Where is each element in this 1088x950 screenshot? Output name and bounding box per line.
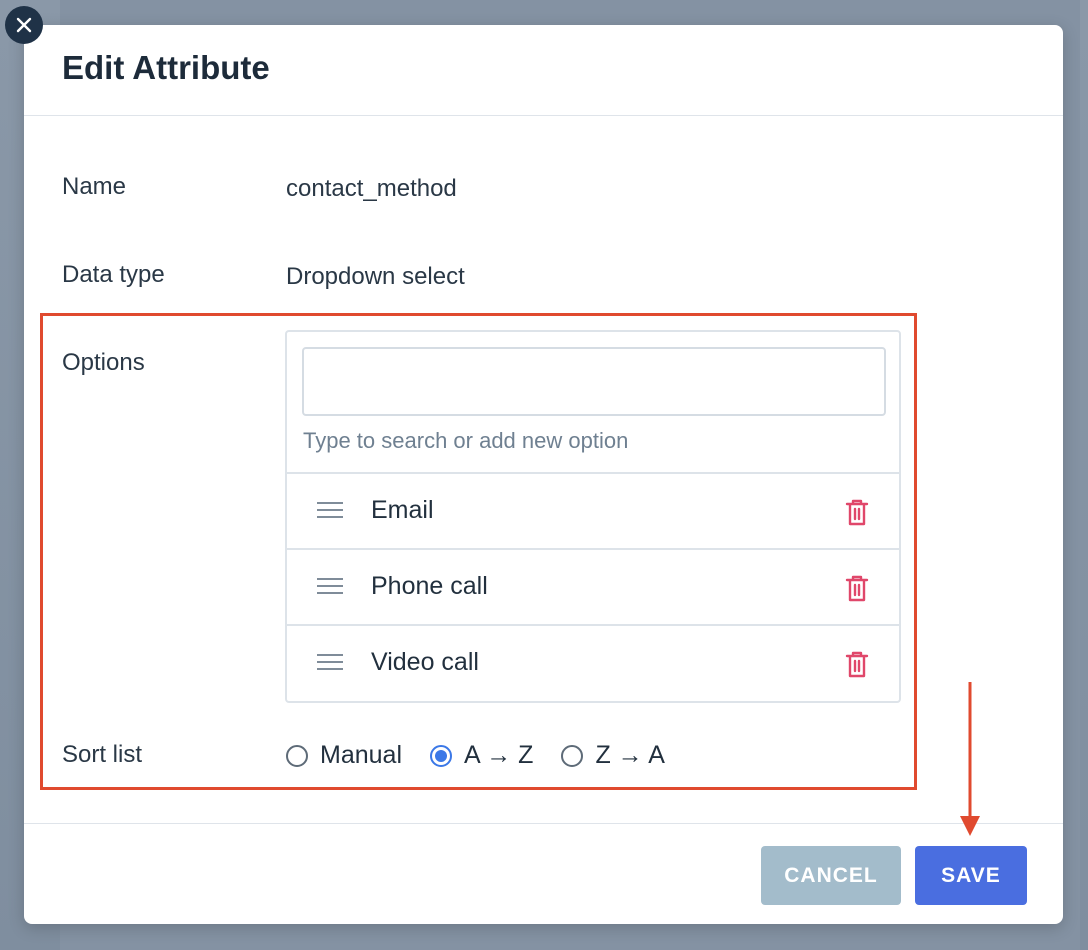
name-label: Name [62, 173, 127, 200]
option-row: Email [287, 472, 899, 548]
option-label: Phone call [371, 572, 488, 600]
close-icon [16, 17, 32, 33]
footer-divider [24, 823, 1063, 824]
radio-label: Manual [320, 741, 402, 769]
option-row: Video call [287, 624, 899, 700]
sort-label: Sort list [62, 741, 143, 768]
save-button[interactable]: SAVE [915, 846, 1027, 905]
sort-radio-group: Manual A → Z Z → A [286, 741, 693, 770]
sort-radio-a-to-z[interactable]: A → Z [430, 741, 533, 770]
radio-label: A → Z [464, 741, 534, 769]
trash-icon[interactable] [845, 499, 869, 527]
radio-unchecked-icon [286, 744, 308, 767]
datatype-label: Data type [62, 261, 165, 288]
option-row: Phone call [287, 548, 899, 624]
arrow-down-icon [960, 682, 980, 836]
option-search-input[interactable] [302, 347, 886, 416]
radio-checked-icon [430, 744, 452, 767]
name-value: contact_method [286, 175, 457, 202]
modal-header: Edit Attribute [24, 25, 1063, 116]
options-editor: Type to search or add new option Email P… [285, 330, 901, 703]
cancel-button[interactable]: CANCEL [761, 846, 901, 905]
option-label: Video call [371, 648, 479, 676]
options-label: Options [62, 349, 145, 376]
drag-handle-icon[interactable] [317, 502, 343, 520]
drag-handle-icon[interactable] [317, 654, 343, 672]
option-search-hint: Type to search or add new option [303, 428, 629, 453]
radio-label: Z → A [595, 741, 665, 769]
sort-radio-z-to-a[interactable]: Z → A [561, 741, 665, 770]
drag-handle-icon[interactable] [317, 578, 343, 596]
edit-attribute-modal: Edit Attribute Name contact_method Data … [24, 25, 1063, 924]
close-button[interactable] [5, 6, 43, 44]
modal-title: Edit Attribute [62, 49, 270, 86]
datatype-value: Dropdown select [286, 263, 465, 290]
sort-radio-manual[interactable]: Manual [286, 741, 402, 770]
option-label: Email [371, 496, 434, 524]
radio-unchecked-icon [561, 744, 584, 767]
trash-icon[interactable] [845, 575, 869, 603]
trash-icon[interactable] [845, 651, 869, 679]
